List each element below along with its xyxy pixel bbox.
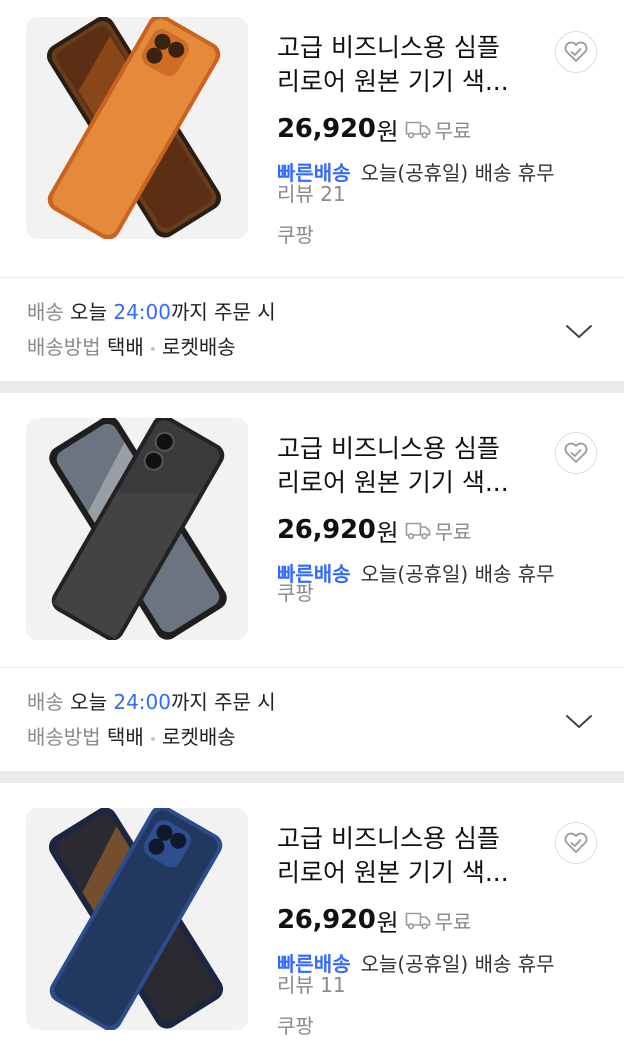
seller-name: 쿠팡 <box>277 581 314 605</box>
product-image[interactable] <box>26 17 248 239</box>
product-card[interactable]: 고급 비즈니스용 심플 리로어 원본 기기 색... 26,920 원 무료 빠… <box>0 418 624 648</box>
heart-check-icon <box>564 41 588 62</box>
arrival-text: 오늘(공휴일) 배송 휴무 <box>360 951 555 976</box>
price-row: 26,920 원 무료 <box>277 901 471 939</box>
truck-icon <box>405 910 431 930</box>
delivery-method: 배송방법 택배 • 로켓배송 <box>27 725 236 749</box>
heart-check-icon <box>564 442 588 463</box>
price: 26,920 <box>277 515 376 545</box>
shipping-row: 빠른배송 오늘(공휴일) 배송 휴무 <box>277 556 555 588</box>
section-separator <box>0 771 624 783</box>
shipping-fee: 무료 <box>434 118 472 143</box>
arrival-text: 오늘(공휴일) 배송 휴무 <box>360 561 555 586</box>
product-title[interactable]: 고급 비즈니스용 심플 리로어 원본 기기 색... <box>277 31 527 99</box>
review-count[interactable]: 리뷰 21 <box>277 179 346 209</box>
delivery-info[interactable]: 배송 오늘 24:00까지 주문 시 배송방법 택배 • 로켓배송 <box>0 294 624 364</box>
section-separator <box>0 381 624 393</box>
phone-case-image <box>26 418 248 640</box>
price-row: 26,920 원 무료 <box>277 110 471 148</box>
chevron-down-icon[interactable] <box>564 706 594 736</box>
currency: 원 <box>376 518 399 547</box>
phone-case-image <box>26 17 248 239</box>
truck-icon <box>405 520 431 540</box>
product-card[interactable]: 고급 비즈니스용 심플 리로어 원본 기기 색... 26,920 원 무료 빠… <box>0 17 624 257</box>
currency: 원 <box>376 908 399 937</box>
shipping-fee: 무료 <box>434 519 472 544</box>
price: 26,920 <box>277 905 376 935</box>
truck-icon <box>405 119 431 139</box>
product-image[interactable] <box>26 808 248 1030</box>
price-row: 26,920 원 무료 <box>277 511 471 549</box>
product-title[interactable]: 고급 비즈니스용 심플 리로어 원본 기기 색... <box>277 822 527 890</box>
product-card[interactable]: 고급 비즈니스용 심플 리로어 원본 기기 색... 26,920 원 무료 빠… <box>0 808 624 1038</box>
chevron-down-icon[interactable] <box>564 316 594 346</box>
product-title[interactable]: 고급 비즈니스용 심플 리로어 원본 기기 색... <box>277 432 527 500</box>
currency: 원 <box>376 117 399 146</box>
delivery-method: 배송방법 택배 • 로켓배송 <box>27 335 236 359</box>
seller-name: 쿠팡 <box>277 223 314 247</box>
delivery-deadline: 배송 오늘 24:00까지 주문 시 <box>27 690 276 714</box>
delivery-info[interactable]: 배송 오늘 24:00까지 주문 시 배송방법 택배 • 로켓배송 <box>0 684 624 754</box>
price: 26,920 <box>277 114 376 144</box>
wishlist-button[interactable] <box>555 432 597 474</box>
review-count[interactable]: 리뷰 11 <box>277 970 346 1000</box>
product-image[interactable] <box>26 418 248 640</box>
arrival-text: 오늘(공휴일) 배송 휴무 <box>360 160 555 185</box>
wishlist-button[interactable] <box>555 822 597 864</box>
seller-name: 쿠팡 <box>277 1014 314 1038</box>
wishlist-button[interactable] <box>555 31 597 73</box>
delivery-deadline: 배송 오늘 24:00까지 주문 시 <box>27 300 276 324</box>
shipping-fee: 무료 <box>434 909 472 934</box>
divider <box>0 667 624 668</box>
heart-check-icon <box>564 832 588 853</box>
divider <box>0 277 624 278</box>
phone-case-image <box>26 808 248 1030</box>
